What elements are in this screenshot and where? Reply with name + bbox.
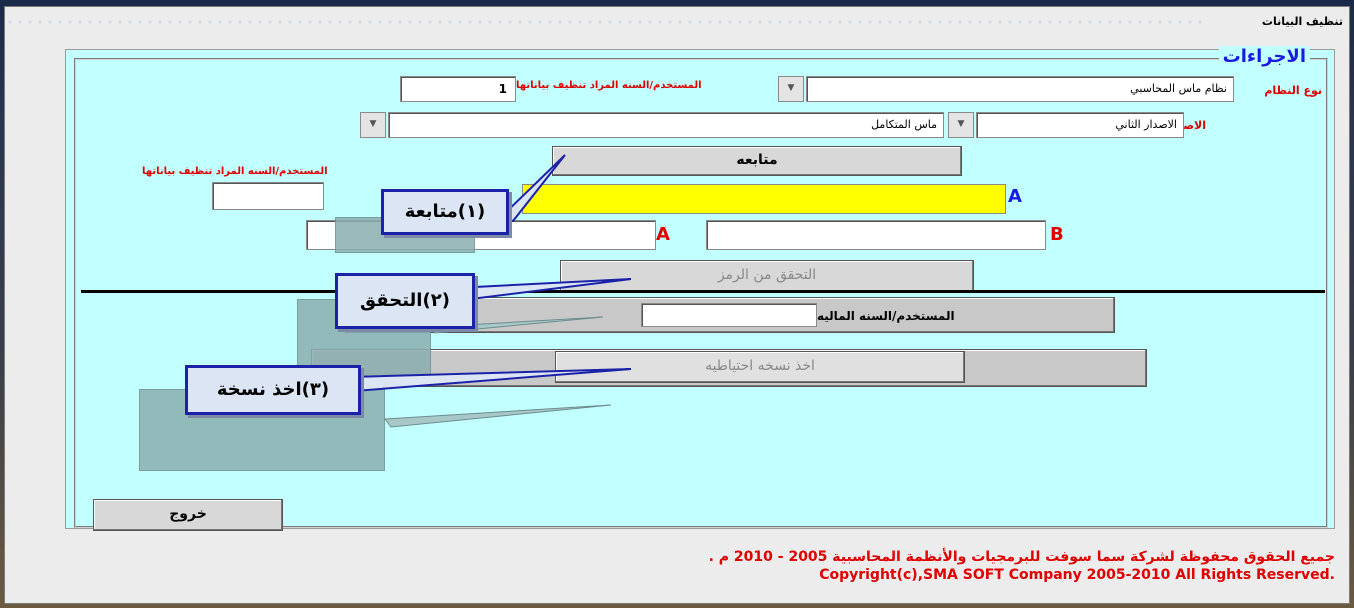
step2-callout: (٢)التحقق <box>335 273 475 329</box>
copyright-arabic: جميع الحقوق محفوظة لشركة سما سوفت للبرمج… <box>708 549 1335 565</box>
copyright-english: Copyright(c),SMA SOFT Company 2005-2010 … <box>819 567 1335 583</box>
data-cleanup-window: تنظيف البيانات الاجراءات نوع النظام نظام… <box>4 6 1350 604</box>
step1-callout: (١)متابعة <box>381 189 509 235</box>
callout-pointers <box>349 154 632 428</box>
step3-callout: (٣)اخذ نسخة <box>185 365 361 415</box>
